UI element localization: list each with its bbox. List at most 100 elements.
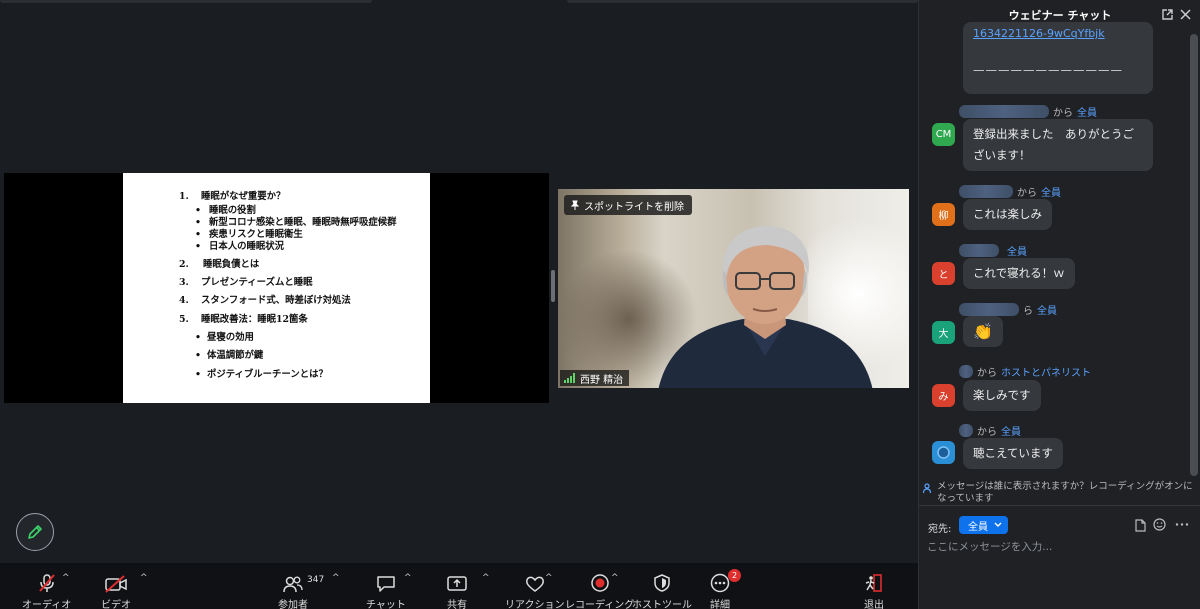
audio-options-caret[interactable]: ^ xyxy=(62,573,70,583)
slide-bullet: • xyxy=(195,205,201,216)
sender-name-redacted xyxy=(959,424,973,437)
recording-options-caret[interactable]: ^ xyxy=(611,573,619,583)
emoji-icon[interactable] xyxy=(1153,518,1166,531)
slide-item-text: スタンフォード式、時差ぼけ対処法 xyxy=(201,295,351,306)
remove-spotlight-label: スポットライトを削除 xyxy=(584,201,684,213)
chat-message-bubble: 聴こえています xyxy=(963,438,1063,469)
sender-name-redacted xyxy=(959,105,1049,118)
recipient-label: 宛先: xyxy=(928,524,952,535)
video-options-caret[interactable]: ^ xyxy=(140,573,148,583)
chat-message-input[interactable] xyxy=(927,537,1193,557)
avatar: 柳 xyxy=(932,203,955,226)
recording-label: レコーディング xyxy=(565,600,635,609)
chat-title: ウェビナー チャット xyxy=(1008,9,1112,22)
participants-button[interactable]: 参加者 xyxy=(278,571,308,609)
chat-sender-line: から 全員 xyxy=(959,423,1021,438)
slide-bullet: • xyxy=(195,229,201,240)
video-button[interactable]: ビデオ xyxy=(101,571,131,609)
reaction-options-caret[interactable]: ^ xyxy=(545,573,553,583)
host-tools-button[interactable]: ホストツール xyxy=(632,571,692,609)
file-icon[interactable] xyxy=(1135,519,1146,532)
reaction-button[interactable]: リアクション xyxy=(505,571,565,609)
video-label: ビデオ xyxy=(101,600,131,609)
chat-scrollbar[interactable] xyxy=(1190,34,1198,476)
close-icon[interactable] xyxy=(1179,8,1192,21)
slide-row: 1. 睡眠がなぜ重要か？ xyxy=(179,191,285,203)
speaker-video[interactable]: スポットライトを削除 西野 精治 xyxy=(558,189,909,388)
slide-item-text: 睡眠負債とは xyxy=(203,259,260,270)
chat-options-caret[interactable]: ^ xyxy=(404,573,412,583)
sender-name-redacted xyxy=(959,303,1019,316)
meeting-toolbar: オーディオ ^ ビデオ ^ 参加者 347 ^ チャット ^ 共有 ^ リアクシ… xyxy=(0,563,918,609)
pencil-icon xyxy=(28,525,42,539)
recipient-value: 全員 xyxy=(968,521,988,533)
slide-bullet: • xyxy=(195,369,201,380)
chat-recipient: 全員 xyxy=(1001,427,1021,438)
chat-sender-line: から 全員 xyxy=(959,104,1097,119)
sender-name-redacted xyxy=(959,365,973,378)
chat-message-text: ———————————— xyxy=(973,63,1123,77)
remove-spotlight-button[interactable]: スポットライトを削除 xyxy=(564,195,692,215)
share-button[interactable]: 共有 xyxy=(446,571,468,609)
slide-item-text: ポジティブルーチーンとは？ xyxy=(207,369,328,380)
top-edge xyxy=(0,0,918,4)
sender-name-redacted xyxy=(959,185,1013,198)
slide-item-text: プレゼンティーズムと睡眠 xyxy=(201,277,313,288)
slide-item-number: 1. xyxy=(179,191,189,202)
notice-text: メッセージは誰に表示されますか？レコーディングがオンになっています xyxy=(937,481,1193,504)
pop-out-icon[interactable] xyxy=(1161,8,1174,21)
chat-message-text: 聴こえています xyxy=(973,446,1053,460)
slide-item-text: 睡眠がなぜ重要か？ xyxy=(201,191,286,202)
participants-label: 参加者 xyxy=(278,600,308,609)
chat-label: チャット xyxy=(366,600,406,609)
avatar: み xyxy=(932,384,955,407)
annotate-button[interactable] xyxy=(16,513,54,551)
split-resize-handle[interactable] xyxy=(551,270,555,302)
more-label: 詳細 xyxy=(710,600,730,609)
slide-item-text: 昼寝の効用 xyxy=(207,332,254,343)
slide-item-text: 睡眠改善法：睡眠12箇条 xyxy=(201,314,308,325)
slide-row: • 睡眠の役割 xyxy=(195,205,256,217)
share-options-caret[interactable]: ^ xyxy=(482,573,490,583)
slide-row: • 昼寝の効用 xyxy=(195,332,254,344)
record-icon xyxy=(590,574,609,592)
chat-sender-from: から xyxy=(1053,108,1073,119)
chat-message-bubble: これで寝れる！ｗ xyxy=(963,258,1075,289)
avatar-circle-icon xyxy=(937,446,950,459)
slide-item-text: 睡眠の役割 xyxy=(209,205,256,216)
chevron-down-icon xyxy=(994,522,1002,527)
webinar-chat-panel: ウェビナー チャット 1634221126-9wCqYfbjk ————————… xyxy=(918,0,1200,609)
avatar xyxy=(932,441,955,464)
shared-screen: 1. 睡眠がなぜ重要か？ • 睡眠の役割 • 新型コロナ感染と睡眠、睡眠時無呼吸… xyxy=(4,173,549,403)
participants-options-caret[interactable]: ^ xyxy=(332,573,340,583)
leave-button[interactable]: 退出 xyxy=(864,571,884,609)
share-screen-icon xyxy=(447,576,467,591)
camera-off-icon xyxy=(105,575,127,593)
chat-recipient: 全員 xyxy=(1007,247,1027,258)
chat-message-text: 楽しみです xyxy=(973,388,1031,402)
slide-item-text: 日本人の睡眠状況 xyxy=(209,241,285,252)
more-button[interactable]: 詳細 xyxy=(710,571,730,609)
recipient-dropdown[interactable]: 全員 xyxy=(959,516,1008,534)
chat-visibility-notice[interactable]: メッセージは誰に表示されますか？レコーディングがオンになっています xyxy=(923,481,1199,505)
slide-item-number: 5. xyxy=(179,314,189,325)
more-horizontal-icon[interactable] xyxy=(1175,518,1189,531)
heart-icon xyxy=(525,576,544,592)
slide-row: 5. 睡眠改善法：睡眠12箇条 xyxy=(179,314,308,326)
slide-row: • 新型コロナ感染と睡眠、睡眠時無呼吸症候群 xyxy=(195,217,397,229)
chat-button[interactable]: チャット xyxy=(366,571,406,609)
slide-item-number: 3. xyxy=(179,277,189,288)
chat-message-link[interactable]: 1634221126-9wCqYfbjk xyxy=(973,25,1143,43)
compose-divider xyxy=(919,505,1200,506)
host-tools-label: ホストツール xyxy=(632,600,692,609)
share-label: 共有 xyxy=(447,600,467,609)
slide-bullet: • xyxy=(195,241,201,252)
slide-bullet: • xyxy=(195,217,201,228)
presentation-slide: 1. 睡眠がなぜ重要か？ • 睡眠の役割 • 新型コロナ感染と睡眠、睡眠時無呼吸… xyxy=(123,173,430,403)
top-edge-segment xyxy=(0,0,372,3)
slide-row: 2. 睡眠負債とは xyxy=(179,259,259,271)
chat-bubble-icon xyxy=(377,576,395,592)
recording-button[interactable]: レコーディング xyxy=(565,571,634,609)
chat-message-bubble: 登録出来ました ありがとうございます！ xyxy=(963,119,1153,171)
slide-item-number: 2. xyxy=(179,259,189,270)
